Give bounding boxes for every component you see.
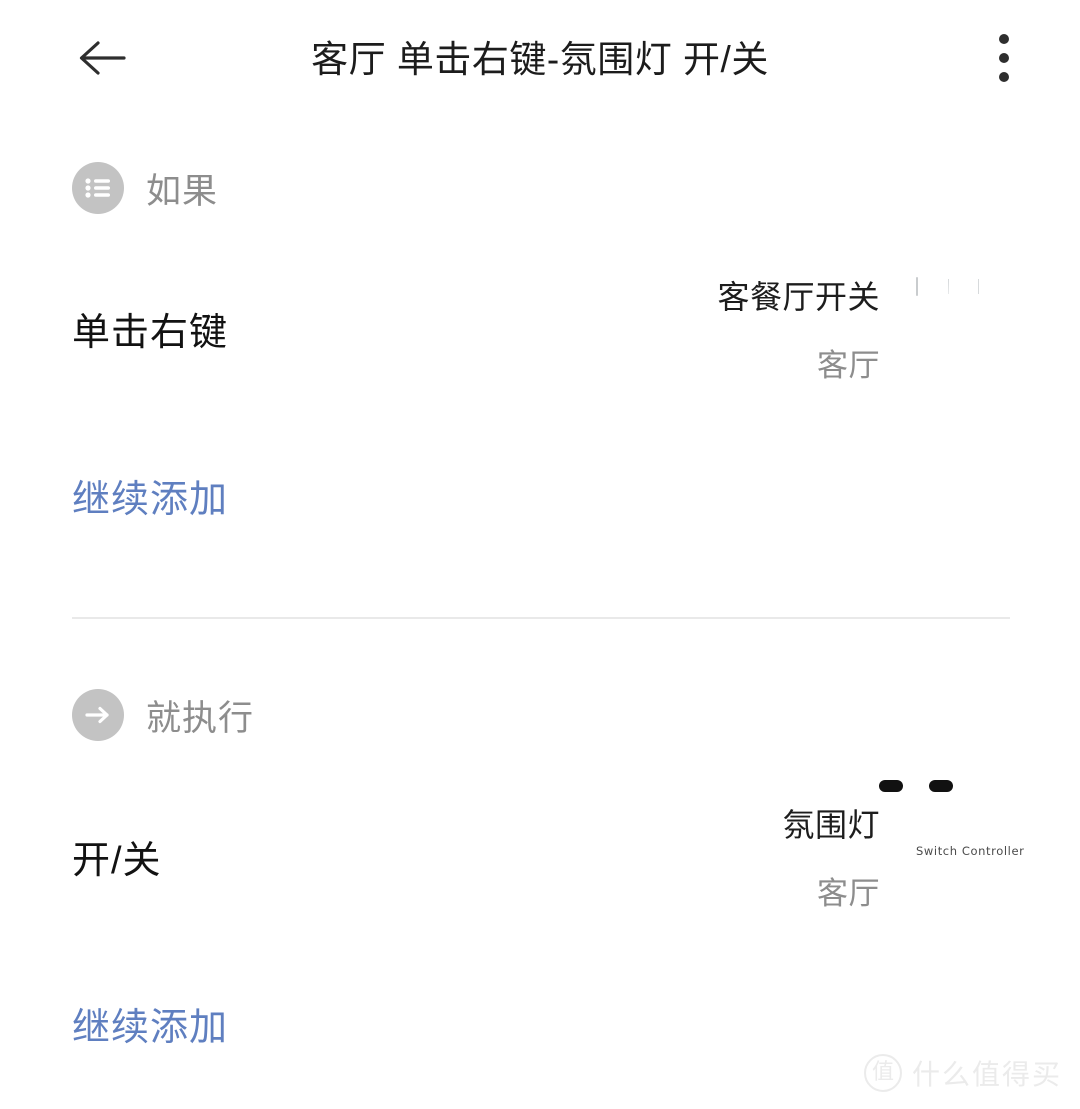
- three-gang-wall-switch-icon: [894, 256, 1010, 414]
- more-vertical-icon[interactable]: [974, 22, 1034, 94]
- condition-row[interactable]: 单击右键 客餐厅开关 客厅: [72, 256, 1010, 414]
- condition-section-label: 如果: [146, 171, 219, 211]
- action-row-right: 氛围灯 客厅 Switch Controller: [782, 780, 1024, 913]
- app-bar: 客厅 单击右键-氛围灯 开/关: [0, 0, 1080, 112]
- condition-row-right: 客餐厅开关 客厅: [717, 256, 1010, 414]
- condition-add-more-link[interactable]: 继续添加: [72, 468, 228, 523]
- condition-title: 单击右键: [72, 311, 229, 354]
- condition-section-header: 如果: [72, 162, 218, 214]
- overflow-dot: [999, 53, 1009, 63]
- action-section-header: 就执行: [72, 689, 254, 741]
- action-title: 开/关: [72, 839, 162, 882]
- action-device-name: 氛围灯: [782, 806, 880, 843]
- action-row[interactable]: 开/关 氛围灯 客厅 Switch Controller: [72, 780, 1024, 911]
- switch-controller-icon: Switch Controller: [879, 780, 1024, 906]
- section-divider: [72, 617, 1010, 619]
- arrow-left-icon: [76, 38, 128, 78]
- overflow-dot: [999, 34, 1009, 44]
- condition-device-name: 客餐厅开关: [717, 278, 880, 315]
- action-device-room: 客厅: [817, 875, 880, 911]
- list-icon: [72, 162, 124, 214]
- action-device-meta: 氛围灯 客厅: [782, 800, 880, 913]
- watermark: 值 什么值得买: [863, 1053, 1062, 1093]
- watermark-logo-icon: 值: [863, 1054, 902, 1092]
- condition-device-room: 客厅: [817, 347, 880, 383]
- arrow-right-icon: [72, 689, 124, 741]
- page-title: 客厅 单击右键-氛围灯 开/关: [311, 39, 769, 80]
- action-add-more-link[interactable]: 继续添加: [72, 996, 228, 1051]
- action-section-label: 就执行: [146, 698, 255, 738]
- overflow-dot: [999, 72, 1009, 82]
- back-button[interactable]: [56, 22, 148, 94]
- condition-device-meta: 客餐厅开关 客厅: [717, 272, 880, 385]
- watermark-text: 什么值得买: [911, 1059, 1062, 1090]
